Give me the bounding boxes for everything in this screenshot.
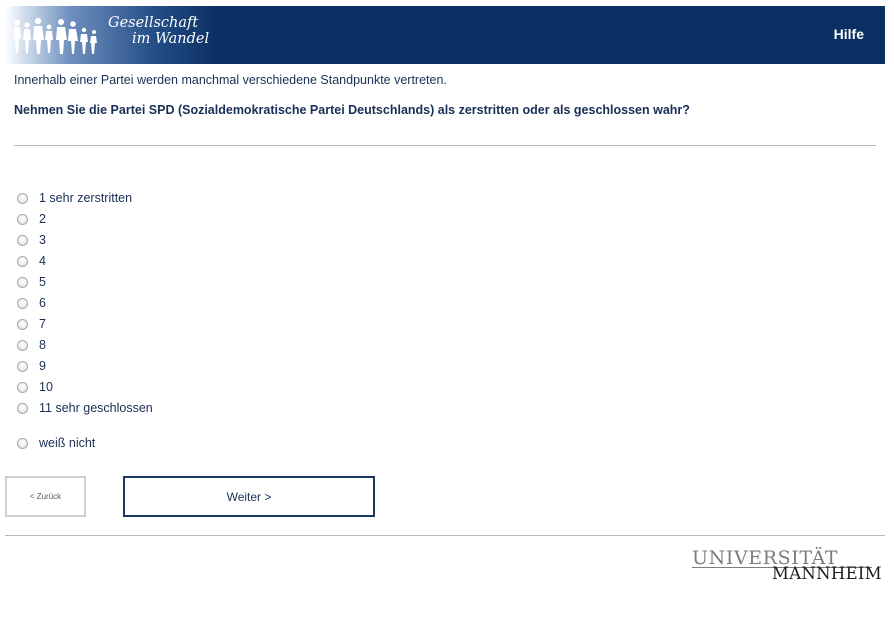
option-label: 9	[39, 359, 46, 373]
option-label: 1 sehr zerstritten	[39, 191, 133, 205]
radio-button[interactable]	[17, 255, 28, 267]
header-bar: Gesellschaft im Wandel Hilfe	[5, 6, 885, 64]
option-label: 2	[39, 212, 46, 226]
option-5[interactable]: 5	[17, 273, 46, 291]
option-7[interactable]: 7	[17, 315, 46, 333]
radio-button[interactable]	[17, 213, 28, 225]
option-label: 3	[39, 233, 46, 247]
option-label: 5	[39, 275, 46, 289]
radio-button[interactable]	[17, 192, 28, 204]
option-label: 7	[39, 317, 46, 331]
radio-button[interactable]	[17, 381, 28, 393]
option-label: 6	[39, 296, 46, 310]
logo-text-mannheim: MANNHEIM	[772, 564, 882, 583]
option-label: 8	[39, 338, 46, 352]
radio-button[interactable]	[17, 276, 28, 288]
question-text: Nehmen Sie die Partei SPD (Sozialdemokra…	[14, 103, 690, 117]
option-10[interactable]: 10	[17, 378, 53, 396]
option-dont-know[interactable]: weiß nicht	[17, 434, 95, 452]
radio-button[interactable]	[17, 297, 28, 309]
gesellschaft-im-wandel-logo[interactable]: Gesellschaft im Wandel	[5, 6, 220, 64]
option-label: 4	[39, 254, 46, 268]
question-intro: Innerhalb einer Partei werden manchmal v…	[14, 73, 447, 87]
radio-button[interactable]	[17, 318, 28, 330]
option-label: weiß nicht	[39, 436, 96, 450]
help-link[interactable]: Hilfe	[834, 26, 864, 42]
option-3[interactable]: 3	[17, 231, 46, 249]
option-11[interactable]: 11 sehr geschlossen	[17, 399, 153, 417]
option-6[interactable]: 6	[17, 294, 46, 312]
radio-button[interactable]	[17, 339, 28, 351]
divider	[14, 145, 876, 146]
radio-button[interactable]	[17, 360, 28, 372]
logo-text-line1: Gesellschaft	[108, 15, 199, 31]
logo-text-line2: im Wandel	[132, 31, 210, 47]
radio-button[interactable]	[17, 437, 28, 449]
people-silhouettes-icon	[13, 17, 97, 54]
option-2[interactable]: 2	[17, 210, 46, 228]
next-button[interactable]: Weiter >	[123, 476, 375, 517]
option-8[interactable]: 8	[17, 336, 46, 354]
option-4[interactable]: 4	[17, 252, 46, 270]
back-button[interactable]: < Zurück	[5, 476, 86, 517]
option-label: 11 sehr geschlossen	[39, 401, 153, 415]
radio-button[interactable]	[17, 234, 28, 246]
footer-divider	[5, 535, 885, 536]
universitaet-mannheim-logo: UNIVERSITÄT MANNHEIM	[692, 547, 882, 585]
option-9[interactable]: 9	[17, 357, 46, 375]
option-label: 10	[39, 380, 53, 394]
option-1[interactable]: 1 sehr zerstritten	[17, 189, 132, 207]
radio-button[interactable]	[17, 402, 28, 414]
